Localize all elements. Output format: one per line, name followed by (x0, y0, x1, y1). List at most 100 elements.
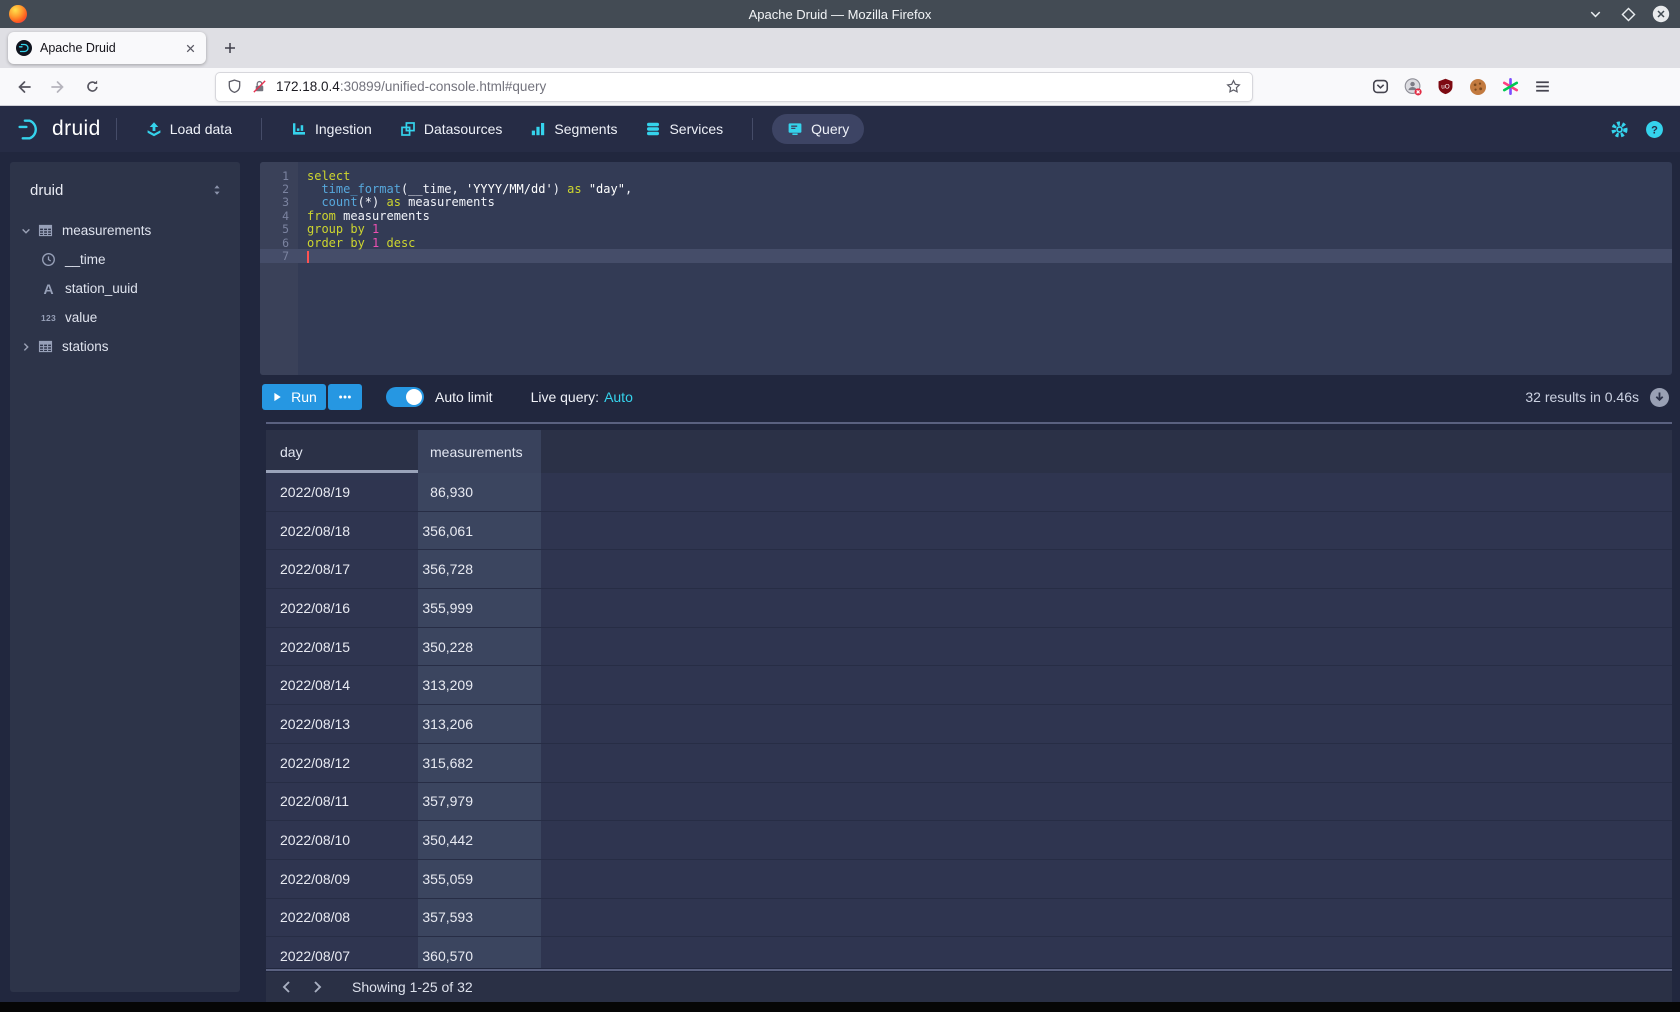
editor-line-6: 6order by 1 desc (260, 236, 1672, 249)
nav-item-datasources[interactable]: Datasources (400, 106, 503, 152)
nav-item-services[interactable]: Services (645, 106, 723, 152)
cell-measurements[interactable]: 356,061 (418, 512, 541, 551)
editor-line-3: 3 count(*) as measurements (260, 196, 1672, 209)
cell-day[interactable]: 2022/08/15 (266, 628, 418, 667)
cookie-extension-icon[interactable] (1468, 77, 1488, 97)
druid-logo-icon (16, 116, 43, 143)
table-row: 2022/08/07360,570 (266, 937, 1672, 968)
auto-limit-toggle[interactable] (386, 387, 424, 407)
row-filler (541, 705, 1672, 744)
query-editor[interactable]: 1select2 time_format(__time, 'YYYY/MM/dd… (260, 162, 1672, 375)
druid-favicon-icon (16, 40, 32, 56)
pager-separator (266, 969, 1672, 971)
clock-icon (38, 252, 59, 267)
cell-measurements[interactable]: 355,999 (418, 589, 541, 628)
table-icon (35, 223, 56, 238)
line-code: select (298, 169, 350, 183)
row-filler (541, 937, 1672, 968)
url-text[interactable]: 172.18.0.4:30899/unified-console.html#qu… (276, 79, 1217, 94)
tree-item--time[interactable]: __time (10, 245, 240, 274)
cell-measurements[interactable]: 315,682 (418, 744, 541, 783)
next-page-icon[interactable] (302, 972, 332, 1002)
tree-item-value[interactable]: 123value (10, 303, 240, 332)
bookmark-star-icon[interactable] (1225, 78, 1242, 95)
download-results-icon[interactable] (1649, 387, 1670, 408)
cell-measurements[interactable]: 356,728 (418, 550, 541, 589)
forward-icon[interactable] (44, 73, 72, 101)
tab-close-icon[interactable] (183, 41, 198, 56)
asterisk-extension-icon[interactable] (1501, 77, 1520, 96)
settings-gear-icon[interactable] (1610, 120, 1629, 139)
cell-measurements[interactable]: 357,593 (418, 899, 541, 938)
minimize-icon[interactable] (1586, 5, 1604, 23)
tab-title: Apache Druid (40, 41, 175, 55)
url-bar[interactable]: 172.18.0.4:30899/unified-console.html#qu… (215, 72, 1253, 102)
cell-day[interactable]: 2022/08/13 (266, 705, 418, 744)
cell-measurements[interactable]: 355,059 (418, 860, 541, 899)
cell-measurements[interactable]: 350,228 (418, 628, 541, 667)
back-icon[interactable] (10, 73, 38, 101)
extension-disabled-icon[interactable] (1403, 77, 1423, 97)
nav-item-query[interactable]: Query (772, 114, 864, 144)
pocket-icon[interactable] (1371, 77, 1390, 96)
run-button[interactable]: Run (262, 384, 326, 410)
help-icon[interactable]: ? (1645, 120, 1664, 139)
cell-day[interactable]: 2022/08/18 (266, 512, 418, 551)
reload-icon[interactable] (78, 73, 106, 101)
pagination-label: Showing 1-25 of 32 (352, 979, 473, 995)
nav-item-ingestion[interactable]: Ingestion (291, 106, 372, 152)
line-number: 5 (260, 222, 298, 236)
nav-item-label: Ingestion (315, 121, 372, 137)
datasources-icon (400, 121, 416, 137)
run-bar: Run Auto limit Live query: Auto 32 resul… (262, 384, 1670, 410)
tracking-shield-icon[interactable] (226, 78, 243, 95)
cell-day[interactable]: 2022/08/07 (266, 937, 418, 968)
cell-day[interactable]: 2022/08/14 (266, 666, 418, 705)
maximize-icon[interactable] (1619, 5, 1637, 23)
live-query-value[interactable]: Auto (604, 389, 633, 405)
prev-page-icon[interactable] (272, 972, 302, 1002)
browser-tab[interactable]: Apache Druid (8, 32, 206, 64)
line-number: 7 (260, 249, 298, 263)
run-more-button[interactable] (328, 384, 362, 410)
menu-hamburger-icon[interactable] (1533, 77, 1552, 96)
tab-bar: Apache Druid (0, 28, 1680, 68)
nav-item-load-data[interactable]: Load data (146, 106, 232, 152)
chevron-right-icon[interactable] (18, 341, 33, 353)
schema-select-caret-icon[interactable] (210, 183, 224, 197)
cell-day[interactable]: 2022/08/12 (266, 744, 418, 783)
window-title: Apache Druid — Mozilla Firefox (0, 7, 1680, 22)
url-path: :30899/unified-console.html#query (340, 79, 546, 94)
tree-item-measurements[interactable]: measurements (10, 216, 240, 245)
cell-day[interactable]: 2022/08/19 (266, 473, 418, 512)
cell-day[interactable]: 2022/08/08 (266, 899, 418, 938)
cell-day[interactable]: 2022/08/10 (266, 821, 418, 860)
tree-item-station-uuid[interactable]: Astation_uuid (10, 274, 240, 303)
cell-measurements[interactable]: 350,442 (418, 821, 541, 860)
cell-day[interactable]: 2022/08/11 (266, 783, 418, 822)
cell-measurements[interactable]: 360,570 (418, 937, 541, 968)
cell-measurements[interactable]: 313,206 (418, 705, 541, 744)
druid-navbar: druid Load dataIngestionDatasourcesSegme… (0, 106, 1680, 152)
segments-icon (530, 121, 546, 137)
ublock-origin-icon[interactable]: uO (1436, 77, 1455, 96)
cell-measurements[interactable]: 357,979 (418, 783, 541, 822)
close-icon[interactable] (1652, 5, 1670, 23)
toolbar-extensions: uO (1371, 77, 1552, 97)
nav-item-segments[interactable]: Segments (530, 106, 617, 152)
cell-day[interactable]: 2022/08/17 (266, 550, 418, 589)
line-code: count(*) as measurements (298, 195, 495, 209)
schema-selector[interactable]: druid (10, 168, 240, 212)
cell-day[interactable]: 2022/08/09 (266, 860, 418, 899)
column-header-day[interactable]: day (266, 430, 418, 473)
cell-day[interactable]: 2022/08/16 (266, 589, 418, 628)
column-header-measurements[interactable]: measurements (418, 430, 541, 473)
tree-item-stations[interactable]: stations (10, 332, 240, 361)
ingestion-icon (291, 121, 307, 137)
new-tab-button[interactable] (216, 34, 244, 62)
cell-measurements[interactable]: 86,930 (418, 473, 541, 512)
table-row: 2022/08/13313,206 (266, 705, 1672, 744)
cell-measurements[interactable]: 313,209 (418, 666, 541, 705)
chevron-down-icon[interactable] (18, 225, 33, 237)
insecure-lock-icon[interactable] (251, 78, 268, 95)
